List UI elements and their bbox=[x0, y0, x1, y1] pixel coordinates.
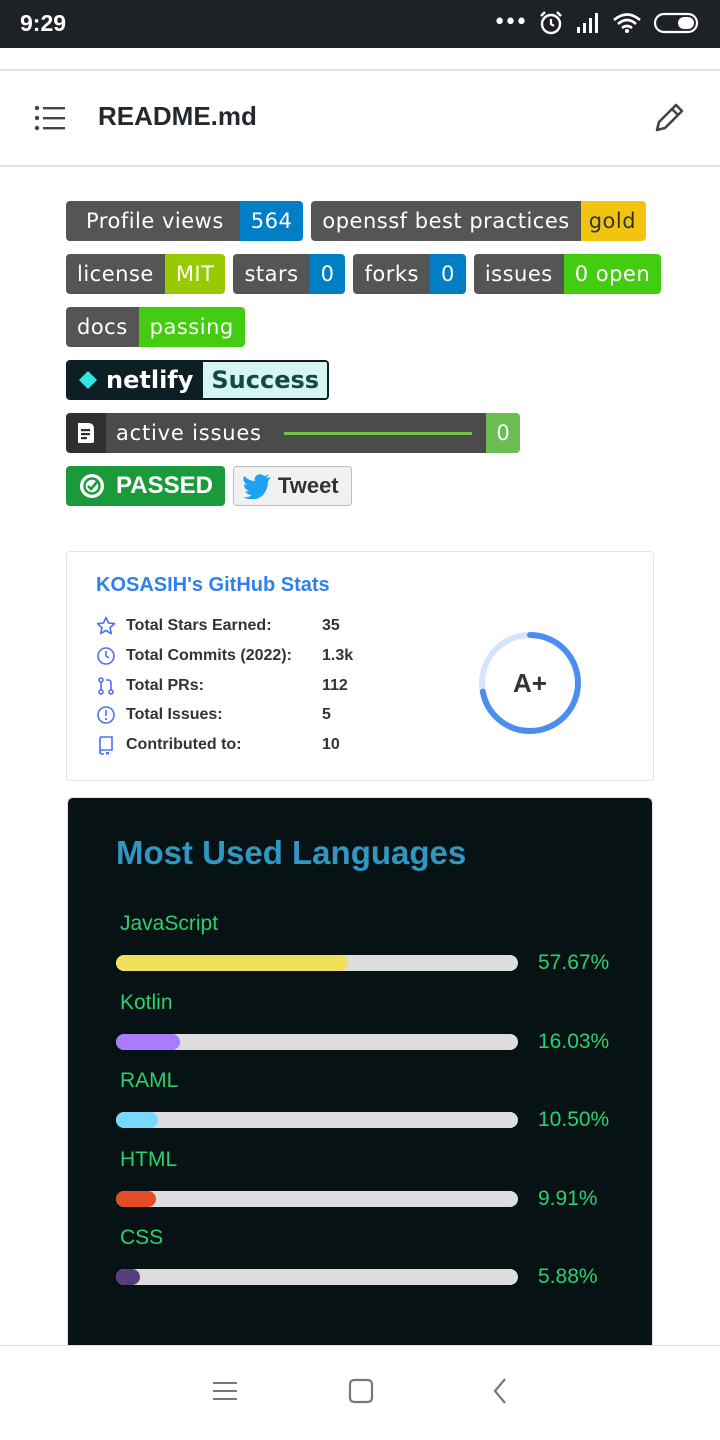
navigation-bar bbox=[0, 1345, 720, 1440]
passed-badge[interactable]: PASSED bbox=[66, 466, 225, 506]
stats-title: KOSASIH's GitHub Stats bbox=[96, 574, 330, 596]
profile-views-badge[interactable]: Profile views 564 bbox=[66, 201, 304, 241]
screen: 9:29 ••• README.md Profile views 564 ope… bbox=[0, 0, 720, 1440]
forks-badge[interactable]: forks 0 bbox=[353, 254, 466, 294]
more-dots-icon: ••• bbox=[493, 10, 528, 35]
twitter-bird-icon bbox=[242, 474, 270, 499]
badge-row: license MIT stars 0 forks 0 issues 0 ope… bbox=[66, 254, 662, 294]
license-badge[interactable]: license MIT bbox=[66, 254, 226, 294]
language-progress-bar bbox=[116, 1269, 518, 1285]
language-progress-fill bbox=[116, 1269, 140, 1285]
openssf-badge[interactable]: openssf best practices gold bbox=[311, 201, 647, 241]
language-percent: 9.91% bbox=[538, 1186, 598, 1210]
docs-badge[interactable]: docs passing bbox=[66, 307, 245, 347]
language-progress-fill bbox=[116, 1190, 156, 1207]
netlify-diamond-icon bbox=[79, 371, 97, 389]
language-progress-bar bbox=[116, 1033, 518, 1050]
badge-row: netlify Success bbox=[66, 360, 330, 400]
netlify-status: Success bbox=[203, 362, 328, 398]
language-progress-bar bbox=[116, 1112, 518, 1128]
history-icon bbox=[97, 647, 115, 665]
language-name: HTML bbox=[120, 1147, 178, 1171]
back-chevron-icon[interactable] bbox=[488, 1378, 514, 1404]
badge-row: PASSED Tweet bbox=[66, 466, 352, 506]
rank-grade: A+ bbox=[513, 667, 547, 698]
github-stats-card: KOSASIH's GitHub Stats Total Stars Earne… bbox=[66, 551, 654, 781]
file-header: README.md bbox=[0, 71, 720, 167]
language-name: JavaScript bbox=[120, 912, 219, 935]
page-title: README.md bbox=[98, 101, 257, 131]
language-name: RAML bbox=[120, 1069, 179, 1092]
netlify-badge[interactable]: netlify Success bbox=[66, 360, 330, 400]
language-percent: 16.03% bbox=[538, 1029, 610, 1053]
rank-circle: A+ bbox=[475, 628, 585, 738]
language-progress-fill bbox=[116, 1112, 159, 1128]
tweet-label: Tweet bbox=[277, 473, 339, 498]
languages-title: Most Used Languages bbox=[116, 834, 467, 871]
language-progress-bar bbox=[116, 1190, 518, 1207]
status-bar: 9:29 ••• bbox=[0, 0, 720, 48]
badge-row: docs passing bbox=[66, 307, 245, 347]
wifi-icon bbox=[613, 13, 641, 33]
stars-badge[interactable]: stars 0 bbox=[233, 254, 346, 294]
pencil-icon[interactable] bbox=[652, 101, 686, 135]
language-name: CSS bbox=[120, 1226, 164, 1249]
passed-label: PASSED bbox=[116, 472, 213, 499]
language-percent: 5.88% bbox=[538, 1265, 598, 1288]
stat-row: Total Stars Earned: 35 bbox=[96, 615, 340, 637]
star-icon bbox=[96, 616, 116, 635]
badge-row: Profile views 564 openssf best practices… bbox=[66, 201, 647, 241]
alarm-icon bbox=[540, 11, 562, 35]
doc-icon bbox=[78, 423, 94, 443]
list-icon[interactable] bbox=[34, 104, 66, 132]
languages-card: Most Used Languages JavaScript 57.67% Kotl… bbox=[67, 797, 653, 1357]
home-square-icon[interactable] bbox=[348, 1378, 374, 1404]
language-percent: 10.50% bbox=[538, 1108, 610, 1131]
issue-icon bbox=[97, 706, 115, 724]
stat-row: Contributed to: 10 bbox=[96, 734, 340, 756]
pull-request-icon bbox=[98, 677, 114, 695]
language-name: Kotlin bbox=[120, 990, 173, 1014]
stat-row: Total PRs: 112 bbox=[96, 675, 348, 697]
signal-icon bbox=[577, 13, 598, 33]
check-circle-icon bbox=[80, 474, 104, 498]
active-issues-badge[interactable]: active issues 0 bbox=[66, 413, 520, 453]
netlify-label: netlify bbox=[106, 366, 194, 394]
issues-badge[interactable]: issues 0 open bbox=[473, 254, 662, 294]
language-progress-bar bbox=[116, 955, 518, 971]
repo-icon bbox=[99, 736, 113, 755]
stat-row: Total Commits (2022): 1.3k bbox=[96, 645, 353, 667]
status-time: 9:29 bbox=[20, 10, 67, 36]
language-progress-fill bbox=[116, 955, 348, 971]
tweet-button[interactable]: Tweet bbox=[232, 466, 352, 506]
sparkline bbox=[283, 431, 472, 435]
active-issues-value: 0 bbox=[486, 413, 520, 453]
menu-icon[interactable] bbox=[212, 1378, 238, 1404]
language-progress-fill bbox=[116, 1033, 181, 1050]
stat-row: Total Issues: 5 bbox=[96, 704, 331, 726]
battery-icon bbox=[654, 12, 699, 34]
badge-row: active issues 0 bbox=[66, 413, 520, 453]
status-icons: ••• bbox=[493, 10, 700, 36]
language-percent: 57.67% bbox=[538, 951, 610, 974]
active-issues-label: active issues bbox=[116, 421, 262, 445]
